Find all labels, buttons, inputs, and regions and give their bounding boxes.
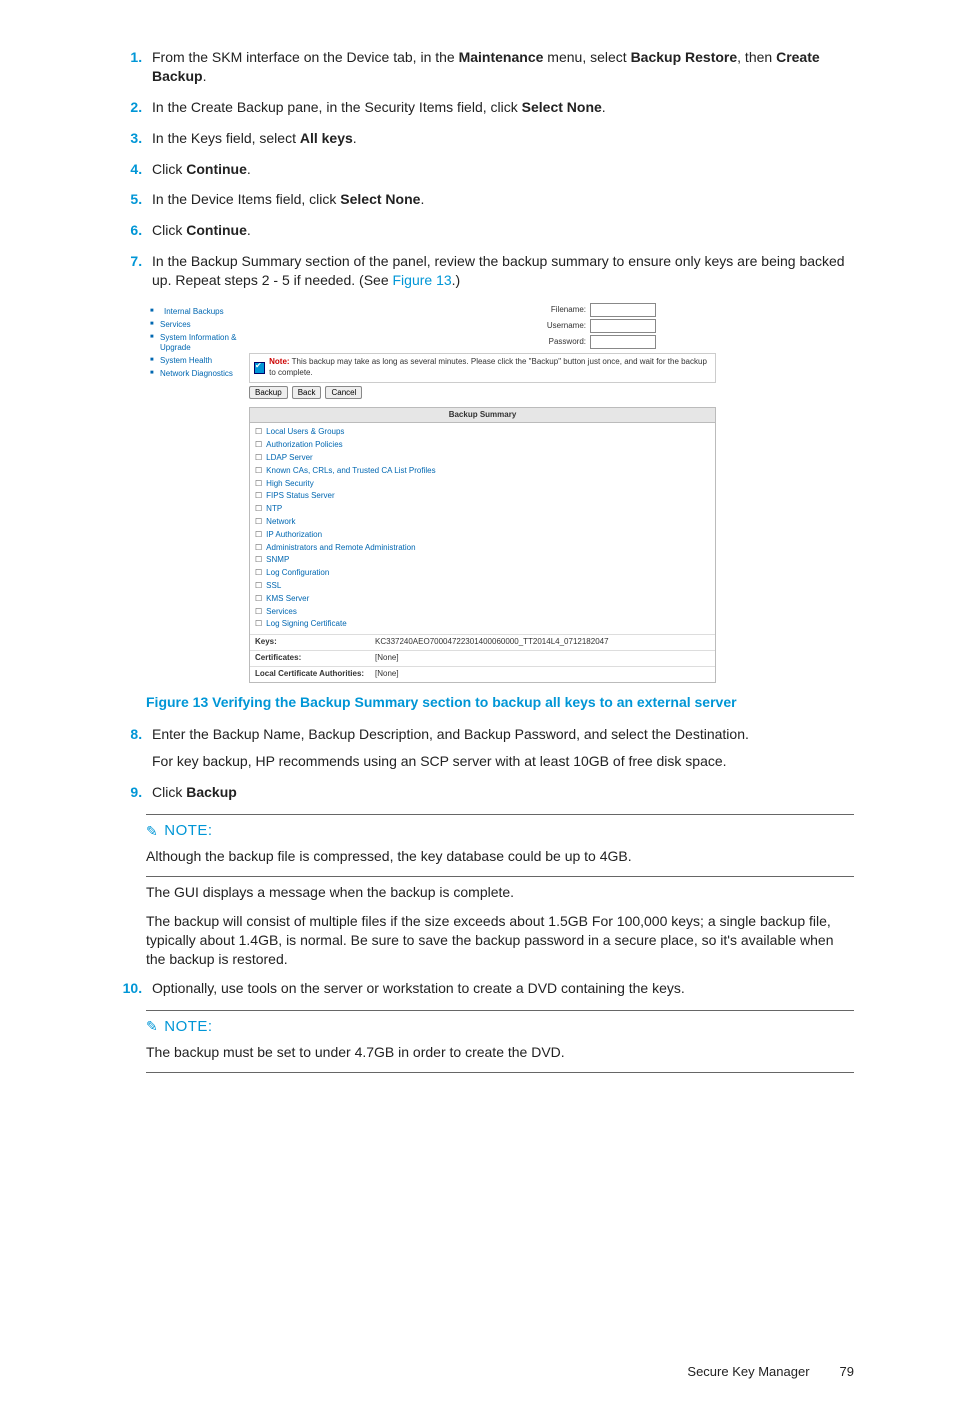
summary-item: LDAP Server xyxy=(255,452,710,465)
ordered-steps: From the SKM interface on the Device tab… xyxy=(100,48,854,290)
summary-item: Local Users & Groups xyxy=(255,426,710,439)
backup-gui: Internal Backups Services System Informa… xyxy=(146,302,716,683)
username-label: Username: xyxy=(526,321,586,332)
note-2: ✎NOTE: The backup must be set to under 4… xyxy=(146,1010,854,1073)
summary-item: SNMP xyxy=(255,554,710,567)
username-input[interactable] xyxy=(590,319,656,333)
summary-item: High Security xyxy=(255,478,710,491)
figure-13: Internal Backups Services System Informa… xyxy=(146,302,854,711)
footer-title: Secure Key Manager xyxy=(687,1363,809,1381)
sidebar-item[interactable]: Network Diagnostics xyxy=(150,368,245,381)
step-4: Click Continue. xyxy=(146,160,854,179)
step-3: In the Keys field, select All keys. xyxy=(146,129,854,148)
sidebar-item[interactable]: System Information & Upgrade xyxy=(150,332,245,356)
summary-item: SSL xyxy=(255,580,710,593)
summary-item: NTP xyxy=(255,503,710,516)
backup-summary-panel: Backup Summary Local Users & GroupsAutho… xyxy=(249,407,716,683)
back-button[interactable]: Back xyxy=(292,386,322,399)
check-icon xyxy=(254,362,265,374)
note-1: ✎NOTE: Although the backup file is compr… xyxy=(146,814,854,969)
step-8: Enter the Backup Name, Backup Descriptio… xyxy=(146,725,854,771)
ordered-steps-cont2: Optionally, use tools on the server or w… xyxy=(100,979,854,998)
panel-header: Backup Summary xyxy=(250,408,715,424)
step-2: In the Create Backup pane, in the Securi… xyxy=(146,98,854,117)
note-icon: ✎ xyxy=(146,1017,158,1036)
figure-link[interactable]: Figure 13 xyxy=(393,272,452,288)
password-input[interactable] xyxy=(590,335,656,349)
summary-item: FIPS Status Server xyxy=(255,490,710,503)
summary-item: Network xyxy=(255,516,710,529)
sidebar-item[interactable]: Services xyxy=(150,319,245,332)
summary-item: Administrators and Remote Administration xyxy=(255,542,710,555)
page-number: 79 xyxy=(840,1363,854,1381)
backup-button[interactable]: Backup xyxy=(249,386,288,399)
note-icon: ✎ xyxy=(146,822,158,841)
sidebar-item[interactable]: System Health xyxy=(150,355,245,368)
page-footer: Secure Key Manager 79 xyxy=(100,1363,854,1381)
sidebar: Internal Backups Services System Informa… xyxy=(146,302,249,683)
summary-item: Authorization Policies xyxy=(255,439,710,452)
step-9: Click Backup xyxy=(146,783,854,802)
password-label: Password: xyxy=(526,337,586,348)
summary-item: Services xyxy=(255,606,710,619)
filename-label: Filename: xyxy=(526,305,586,316)
summary-item: Log Signing Certificate xyxy=(255,618,710,631)
summary-item: IP Authorization xyxy=(255,529,710,542)
step-5: In the Device Items field, click Select … xyxy=(146,190,854,209)
step-6: Click Continue. xyxy=(146,221,854,240)
ordered-steps-cont: Enter the Backup Name, Backup Descriptio… xyxy=(100,725,854,802)
summary-item: KMS Server xyxy=(255,593,710,606)
filename-input[interactable] xyxy=(590,303,656,317)
step-1: From the SKM interface on the Device tab… xyxy=(146,48,854,86)
cancel-button[interactable]: Cancel xyxy=(325,386,362,399)
summary-item: Known CAs, CRLs, and Trusted CA List Pro… xyxy=(255,465,710,478)
figure-caption: Figure 13 Verifying the Backup Summary s… xyxy=(146,693,854,712)
sidebar-item[interactable]: Internal Backups xyxy=(150,306,245,319)
step-7: In the Backup Summary section of the pan… xyxy=(146,252,854,290)
summary-item: Log Configuration xyxy=(255,567,710,580)
step-10: Optionally, use tools on the server or w… xyxy=(146,979,854,998)
warning-bar: Note: This backup may take as long as se… xyxy=(249,353,716,383)
